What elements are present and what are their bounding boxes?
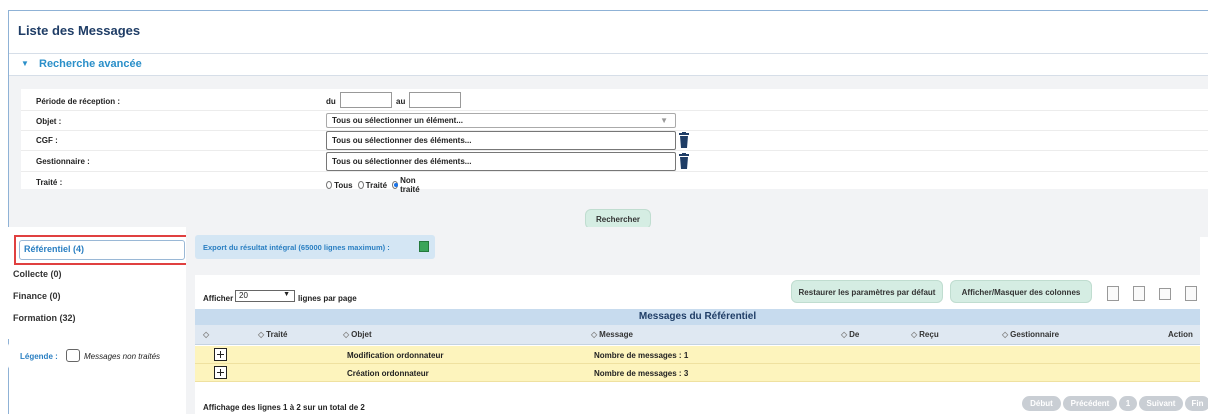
pagination-next[interactable]: Suivant: [1139, 396, 1183, 411]
print-icon[interactable]: [1159, 288, 1171, 300]
per-page-select[interactable]: 20 ▼: [235, 290, 295, 302]
trash-icon[interactable]: [679, 132, 689, 148]
header-de[interactable]: ◇ De: [841, 330, 859, 339]
traite-radio-group: Tous Traité Non traité: [326, 176, 425, 194]
expand-row-icon[interactable]: [214, 348, 227, 361]
pagination-previous[interactable]: Précédent: [1063, 396, 1117, 411]
restore-defaults-button[interactable]: Restaurer les paramètres par défaut: [791, 280, 943, 303]
row-periode: Période de réception : du au: [21, 91, 1208, 111]
cell-message: Nombre de messages : 1: [594, 351, 689, 360]
trash-icon[interactable]: [679, 153, 689, 169]
show-label: Afficher: [203, 294, 234, 303]
toggle-columns-button[interactable]: Afficher/Masquer des colonnes: [950, 280, 1092, 303]
pdf-icon[interactable]: [1133, 286, 1145, 301]
chevron-down-icon: ▼: [283, 291, 290, 298]
expand-arrow-icon[interactable]: ▼: [21, 59, 29, 68]
gestionnaire-multiselect[interactable]: Tous ou sélectionner des éléments...: [326, 152, 676, 171]
page-title: Liste des Messages: [18, 23, 141, 38]
cgf-label: CGF :: [36, 136, 58, 145]
header-recu[interactable]: ◇ Reçu: [911, 330, 939, 339]
csv-icon[interactable]: [1107, 286, 1119, 301]
header-traite[interactable]: ◇ Traité: [258, 330, 288, 339]
objet-select-value: Tous ou sélectionner un élément...: [332, 116, 463, 125]
nav-highlight-box: Référentiel (4): [14, 235, 190, 265]
cgf-multiselect[interactable]: Tous ou sélectionner des éléments...: [326, 131, 676, 150]
radio-non-traite-label: Non traité: [400, 176, 420, 194]
row-traite: Traité : Tous Traité Non traité: [21, 172, 1208, 194]
chevron-down-icon: ▼: [660, 116, 668, 125]
radio-non-traite[interactable]: [392, 181, 399, 189]
gestionnaire-label: Gestionnaire :: [36, 157, 90, 166]
nav-item-formation[interactable]: Formation (32): [13, 313, 76, 323]
row-cgf: CGF : Tous ou sélectionner des éléments.…: [21, 130, 1208, 151]
per-page-suffix: lignes par page: [298, 294, 357, 303]
table-row: Modification ordonnateur Nombre de messa…: [195, 346, 1200, 364]
header-message[interactable]: ◇ Message: [591, 330, 633, 339]
objet-select[interactable]: Tous ou sélectionner un élément... ▼: [326, 113, 676, 128]
cell-message: Nombre de messages : 3: [594, 369, 689, 378]
results-panel: Export du résultat intégral (65000 ligne…: [186, 227, 1208, 414]
category-nav: Référentiel (4) Collecte (0) Finance (0)…: [8, 227, 190, 339]
results-table: Afficher 20 ▼ lignes par page Restaurer …: [195, 275, 1208, 414]
search-form: Période de réception : du au Objet : Tou…: [21, 89, 1208, 194]
nav-item-referentiel[interactable]: Référentiel (4): [19, 240, 185, 260]
header-action: Action: [1168, 330, 1193, 339]
radio-traite-label: Traité: [365, 180, 388, 190]
au-label: au: [396, 97, 406, 106]
excel-icon[interactable]: [419, 241, 429, 252]
pagination-last[interactable]: Fin: [1185, 396, 1208, 411]
legend-title: Légende :: [20, 352, 58, 361]
cell-objet: Création ordonnateur: [347, 369, 429, 378]
cell-objet: Modification ordonnateur: [347, 351, 444, 360]
nav-item-finance[interactable]: Finance (0): [13, 291, 61, 301]
du-label: du: [326, 97, 336, 106]
pagination-first[interactable]: Début: [1022, 396, 1061, 411]
expand-row-icon[interactable]: [214, 366, 227, 379]
objet-label: Objet :: [36, 117, 62, 126]
table-header-row: ◇ ◇ Traité ◇ Objet ◇ Message ◇ De ◇ Reçu ◇ Ges…: [195, 325, 1200, 345]
header-objet[interactable]: ◇ Objet: [343, 330, 372, 339]
search-section-title[interactable]: Recherche avancée: [39, 58, 142, 70]
date-to-input[interactable]: [409, 92, 461, 108]
table-info: Affichage des lignes 1 à 2 sur un total …: [203, 403, 365, 412]
header-gestionnaire[interactable]: ◇ Gestionnaire: [1002, 330, 1059, 339]
row-objet: Objet : Tous ou sélectionner un élément.…: [21, 111, 1208, 131]
radio-traite[interactable]: [357, 181, 364, 189]
table-caption: Messages du Référentiel: [195, 309, 1200, 325]
legend: Légende : Messages non traités: [8, 343, 172, 369]
export-box: Export du résultat intégral (65000 ligne…: [195, 235, 435, 259]
radio-tous[interactable]: [326, 181, 333, 189]
per-page-value: 20: [239, 291, 248, 300]
date-from-input[interactable]: [340, 92, 392, 108]
export-icon[interactable]: [1185, 286, 1197, 301]
legend-item-label: Messages non traités: [84, 352, 161, 361]
table-row: Création ordonnateur Nombre de messages …: [195, 364, 1200, 382]
row-gestionnaire: Gestionnaire : Tous ou sélectionner des …: [21, 151, 1208, 172]
pagination-page-1[interactable]: 1: [1119, 396, 1137, 411]
legend-swatch: [66, 349, 80, 362]
nav-item-collecte[interactable]: Collecte (0): [13, 269, 62, 279]
search-button[interactable]: Rechercher: [585, 209, 651, 229]
periode-label: Période de réception :: [36, 97, 121, 106]
radio-tous-label: Tous: [334, 180, 353, 190]
search-panel: ▼ Recherche avancée Période de réception…: [9, 53, 1208, 237]
export-label: Export du résultat intégral (65000 ligne…: [203, 243, 390, 252]
header-expand[interactable]: ◇: [203, 330, 211, 339]
traite-label: Traité :: [36, 178, 63, 187]
search-section-header[interactable]: ▼ Recherche avancée: [9, 54, 1208, 76]
